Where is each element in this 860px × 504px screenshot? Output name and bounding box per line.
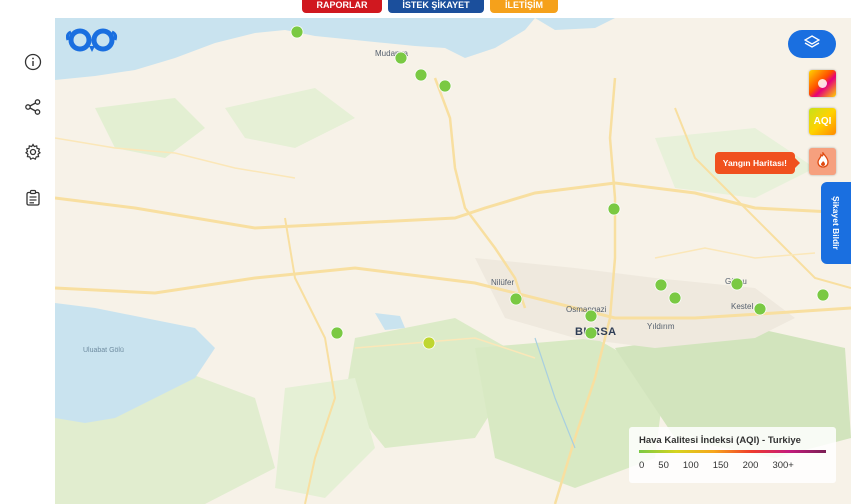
station-2[interactable] — [394, 51, 408, 65]
legend-tick: 0 — [639, 460, 645, 471]
station-11[interactable] — [730, 277, 744, 291]
aqi-icon: AQI — [813, 116, 832, 127]
complaint-tab-label: Şikayet Bildir — [831, 196, 841, 250]
legend-tick: 100 — [682, 460, 699, 471]
station-3[interactable] — [414, 68, 428, 82]
share-icon[interactable] — [22, 96, 44, 118]
report-icon[interactable] — [22, 187, 44, 209]
station-10[interactable] — [668, 291, 682, 305]
station-14[interactable] — [422, 336, 436, 350]
station-1[interactable] — [290, 25, 304, 39]
legend-title: Hava Kalitesi İndeksi (AQI) - Turkiye — [639, 435, 801, 446]
map-canvas[interactable]: Mudanya Nilüfer Osmangazi BURSA Yıldırım… — [55, 18, 851, 504]
station-9[interactable] — [654, 278, 668, 292]
logo — [65, 28, 118, 61]
fire-map-button[interactable] — [809, 148, 836, 175]
reports-button[interactable]: RAPORLAR — [302, 0, 382, 13]
aqi-legend: Hava Kalitesi İndeksi (AQI) - Turkiye 0 … — [629, 427, 836, 483]
legend-tick: 200 — [742, 460, 759, 471]
station-7[interactable] — [584, 309, 598, 323]
legend-tick: 50 — [658, 460, 669, 471]
contact-button[interactable]: İLETİŞİM — [490, 0, 558, 13]
legend-color-bar — [639, 450, 826, 453]
heatmap-icon — [818, 79, 827, 88]
info-icon[interactable] — [22, 51, 44, 73]
fire-icon — [816, 150, 830, 171]
station-4[interactable] — [438, 79, 452, 93]
station-6[interactable] — [509, 292, 523, 306]
complaint-tab[interactable]: Şikayet Bildir — [821, 182, 851, 264]
station-8[interactable] — [584, 326, 598, 340]
settings-icon[interactable] — [22, 141, 44, 163]
station-13[interactable] — [816, 288, 830, 302]
legend-tick: 150 — [712, 460, 729, 471]
request-complaint-button[interactable]: İSTEK ŞİKAYET — [388, 0, 484, 13]
layers-button[interactable] — [788, 30, 836, 58]
station-12[interactable] — [753, 302, 767, 316]
legend-tick: 300+ — [772, 460, 794, 471]
station-15[interactable] — [330, 326, 344, 340]
station-5[interactable] — [607, 202, 621, 216]
fire-map-tooltip[interactable]: Yangın Haritası! — [714, 152, 801, 174]
aqi-layer-button[interactable]: AQI — [809, 108, 836, 135]
heatmap-layer-button[interactable] — [809, 70, 836, 97]
layers-icon — [803, 34, 821, 55]
